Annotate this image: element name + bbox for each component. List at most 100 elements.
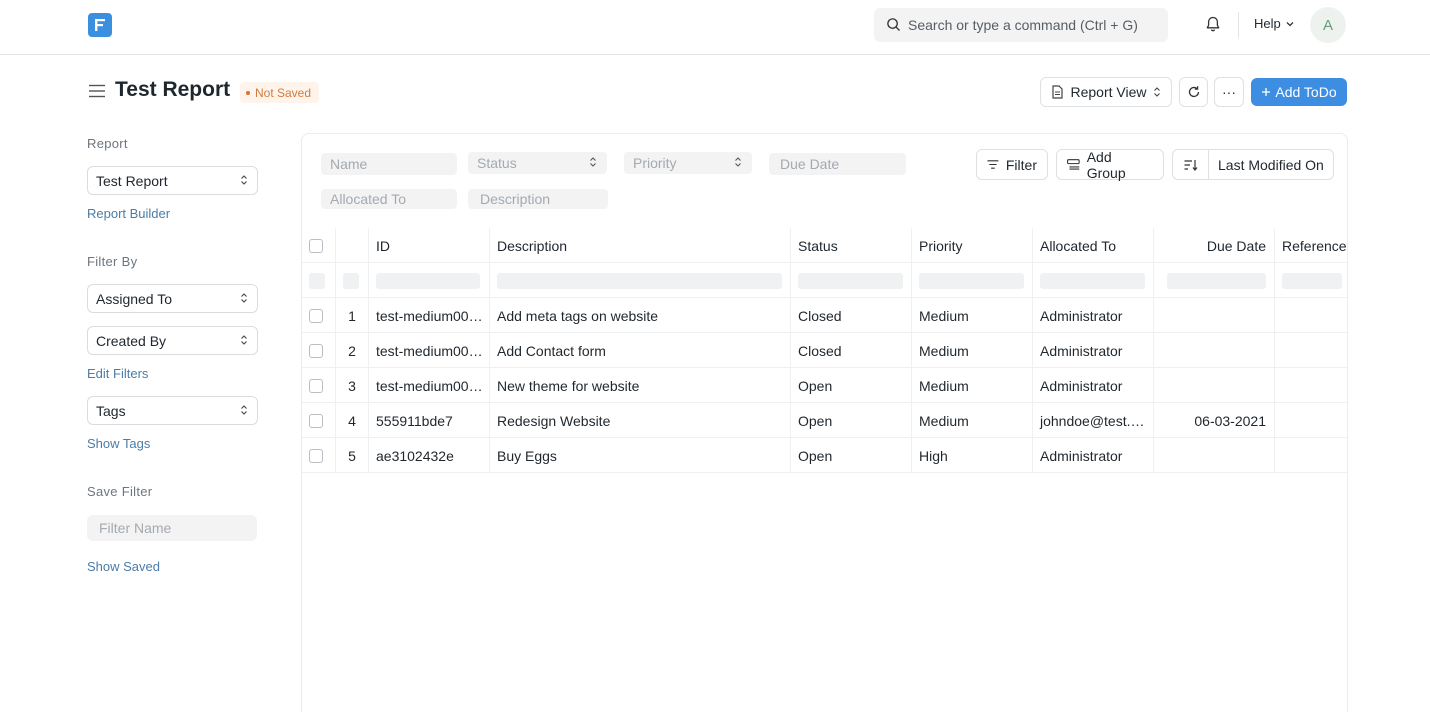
cell-id[interactable]: 555911bde7 xyxy=(369,403,490,438)
cell-description[interactable]: Add meta tags on website xyxy=(490,298,791,333)
allocated-to-column-filter[interactable] xyxy=(1033,263,1154,298)
description-filter-field[interactable]: Description xyxy=(468,189,608,209)
column-header-reference[interactable]: Reference xyxy=(1275,228,1347,263)
cell-description[interactable]: Buy Eggs xyxy=(490,438,791,473)
cell-reference[interactable] xyxy=(1275,403,1347,438)
cell-allocated-to[interactable]: johndoe@test.… xyxy=(1033,403,1154,438)
column-header-id[interactable]: ID xyxy=(369,228,490,263)
cell-allocated-to[interactable]: Administrator xyxy=(1033,298,1154,333)
column-header-due-date[interactable]: Due Date xyxy=(1154,228,1275,263)
cell-description[interactable]: New theme for website xyxy=(490,368,791,403)
cell-due-date[interactable] xyxy=(1154,333,1275,368)
filter-button[interactable]: Filter xyxy=(976,149,1048,180)
row-number[interactable]: 1 xyxy=(336,298,369,333)
add-group-label: Add Group xyxy=(1086,148,1126,181)
row-number[interactable]: 4 xyxy=(336,403,369,438)
cell-status[interactable]: Closed xyxy=(791,298,912,333)
cell-id[interactable]: test-medium00… xyxy=(369,333,490,368)
due-date-column-filter[interactable] xyxy=(1154,263,1275,298)
row-number[interactable]: 5 xyxy=(336,438,369,473)
cell-due-date[interactable] xyxy=(1154,368,1275,403)
cell-status[interactable]: Open xyxy=(791,368,912,403)
column-header-status[interactable]: Status xyxy=(791,228,912,263)
id-column-filter[interactable] xyxy=(369,263,490,298)
report-select[interactable]: Test Report xyxy=(87,166,258,195)
cell-allocated-to[interactable]: Administrator xyxy=(1033,438,1154,473)
sidebar-toggle-icon[interactable] xyxy=(89,84,105,98)
reference-column-filter[interactable] xyxy=(1275,263,1347,298)
created-by-select[interactable]: Created By xyxy=(87,326,258,355)
tags-select[interactable]: Tags xyxy=(87,396,258,425)
cell-due-date[interactable] xyxy=(1154,438,1275,473)
report-view-button[interactable]: Report View xyxy=(1040,77,1172,107)
add-group-button[interactable]: Add Group xyxy=(1056,148,1164,181)
row-checkbox[interactable] xyxy=(309,343,323,358)
search-input[interactable] xyxy=(908,8,1163,42)
show-tags-link[interactable]: Show Tags xyxy=(87,436,150,451)
cell-reference[interactable] xyxy=(1275,333,1347,368)
filter-name-input[interactable] xyxy=(87,515,257,541)
cell-id[interactable]: test-medium00… xyxy=(369,298,490,333)
cell-description[interactable]: Add Contact form xyxy=(490,333,791,368)
more-actions-button[interactable]: ··· xyxy=(1214,77,1244,107)
sort-order-button[interactable] xyxy=(1173,150,1209,179)
cell-due-date[interactable]: 06-03-2021 xyxy=(1154,403,1275,438)
notification-bell-icon[interactable] xyxy=(1204,15,1222,33)
select-all-checkbox[interactable] xyxy=(309,238,323,253)
due-date-filter-field[interactable]: Due Date xyxy=(769,153,906,175)
status-filter-select[interactable]: Status xyxy=(468,152,607,174)
table-row[interactable]: 2 test-medium00… Add Contact form Closed Med… xyxy=(302,333,1347,368)
table-row[interactable]: 5 ae3102432e Buy Eggs Open High Administrator xyxy=(302,438,1347,473)
cell-reference[interactable] xyxy=(1275,438,1347,473)
cell-id[interactable]: test-medium00… xyxy=(369,368,490,403)
cell-allocated-to[interactable]: Administrator xyxy=(1033,333,1154,368)
priority-filter-select[interactable]: Priority xyxy=(624,152,752,174)
row-number[interactable]: 2 xyxy=(336,333,369,368)
table-row[interactable]: 4 555911bde7 Redesign Website Open Medium joh… xyxy=(302,403,1347,438)
cell-reference[interactable] xyxy=(1275,298,1347,333)
sort-descending-icon xyxy=(1184,159,1197,171)
cell-priority[interactable]: High xyxy=(912,438,1033,473)
name-filter-field[interactable]: Name xyxy=(321,153,457,175)
cell-due-date[interactable] xyxy=(1154,298,1275,333)
help-dropdown[interactable]: Help xyxy=(1254,16,1295,31)
table-row[interactable]: 3 test-medium00… New theme for website Open… xyxy=(302,368,1347,403)
row-checkbox[interactable] xyxy=(309,448,323,463)
cell-id[interactable]: ae3102432e xyxy=(369,438,490,473)
cell-status[interactable]: Closed xyxy=(791,333,912,368)
report-view-label: Report View xyxy=(1070,84,1147,100)
cell-priority[interactable]: Medium xyxy=(912,333,1033,368)
priority-column-filter[interactable] xyxy=(912,263,1033,298)
status-column-filter[interactable] xyxy=(791,263,912,298)
cell-priority[interactable]: Medium xyxy=(912,298,1033,333)
cell-description[interactable]: Redesign Website xyxy=(490,403,791,438)
cell-status[interactable]: Open xyxy=(791,403,912,438)
add-todo-button[interactable]: Add ToDo xyxy=(1251,78,1347,106)
table-row[interactable]: 1 test-medium00… Add meta tags on website C… xyxy=(302,298,1347,333)
column-header-description[interactable]: Description xyxy=(490,228,791,263)
row-checkbox[interactable] xyxy=(309,413,323,428)
user-avatar[interactable]: A xyxy=(1310,7,1346,43)
app-logo[interactable] xyxy=(88,13,112,37)
cell-reference[interactable] xyxy=(1275,368,1347,403)
assigned-to-select[interactable]: Assigned To xyxy=(87,284,258,313)
column-header-priority[interactable]: Priority xyxy=(912,228,1033,263)
row-number[interactable]: 3 xyxy=(336,368,369,403)
cell-priority[interactable]: Medium xyxy=(912,368,1033,403)
show-saved-link[interactable]: Show Saved xyxy=(87,559,160,574)
description-column-filter[interactable] xyxy=(490,263,791,298)
search-bar[interactable] xyxy=(874,8,1168,42)
sort-field-selector[interactable]: Last Modified On xyxy=(1209,157,1324,173)
row-checkbox[interactable] xyxy=(309,378,323,393)
allocated-to-filter-field[interactable]: Allocated To xyxy=(321,189,457,209)
filter-button-label: Filter xyxy=(1005,156,1037,173)
row-checkbox[interactable] xyxy=(309,308,323,323)
tags-value: Tags xyxy=(96,402,126,419)
refresh-button[interactable] xyxy=(1179,77,1208,107)
cell-priority[interactable]: Medium xyxy=(912,403,1033,438)
report-builder-link[interactable]: Report Builder xyxy=(87,206,170,221)
cell-allocated-to[interactable]: Administrator xyxy=(1033,368,1154,403)
edit-filters-link[interactable]: Edit Filters xyxy=(87,366,148,381)
column-header-allocated-to[interactable]: Allocated To xyxy=(1033,228,1154,263)
cell-status[interactable]: Open xyxy=(791,438,912,473)
